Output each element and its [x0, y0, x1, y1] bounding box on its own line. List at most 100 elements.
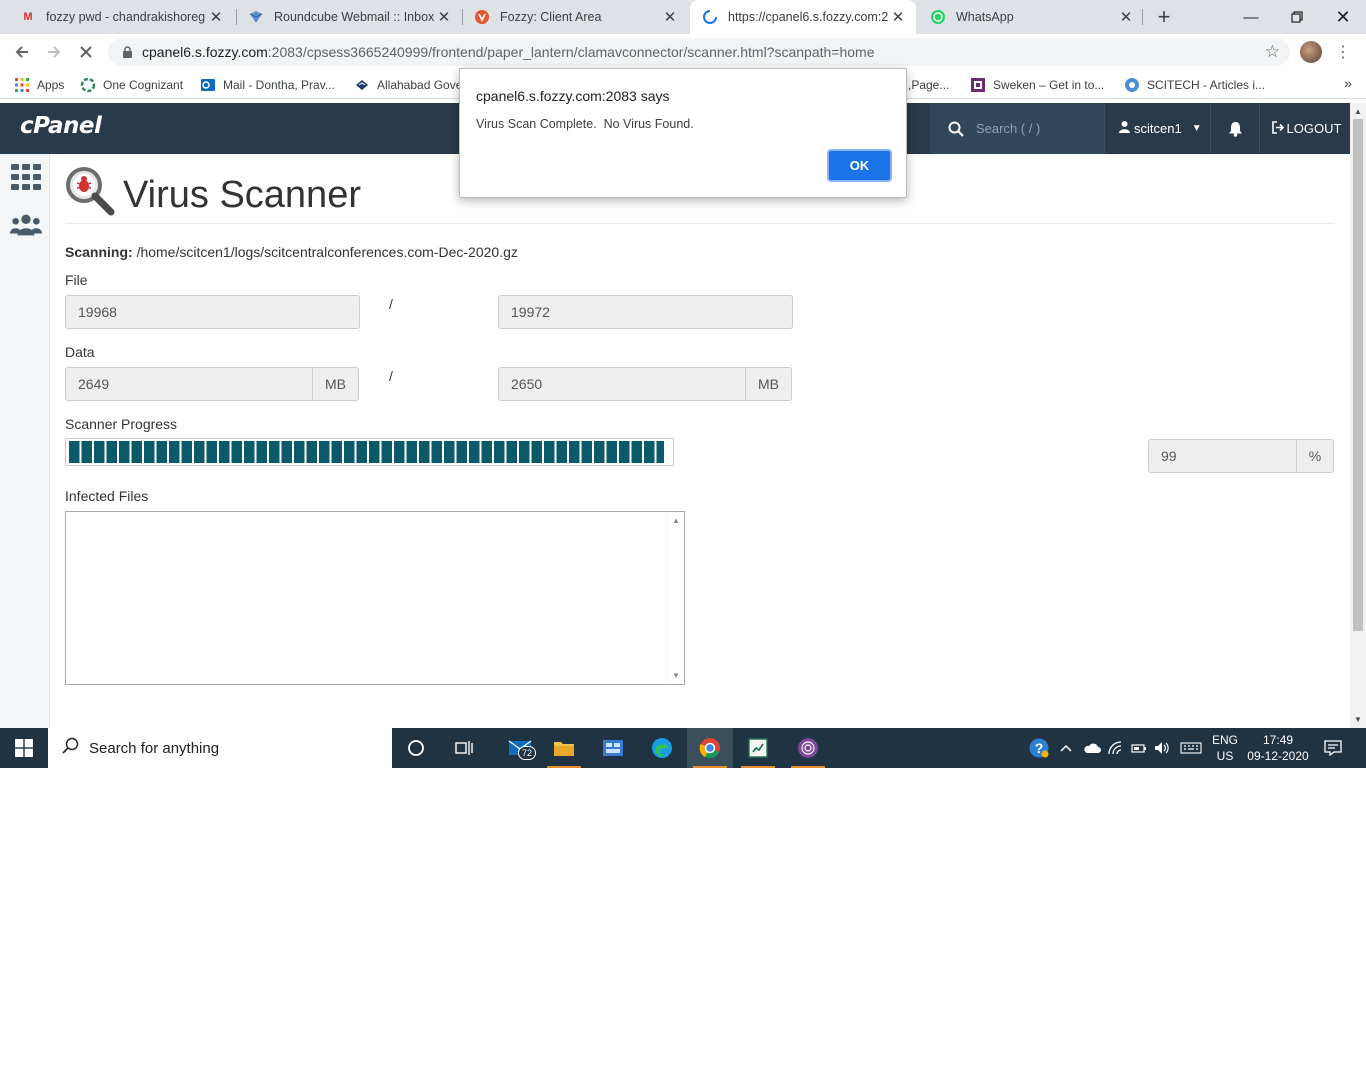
language-indicator[interactable]: ENG US: [1206, 732, 1244, 764]
running-indicator: [791, 766, 825, 768]
bookmark-page[interactable]: ,Page...: [908, 76, 949, 94]
data-scanned-field: 2649: [65, 367, 313, 401]
close-icon[interactable]: ✕: [888, 7, 908, 27]
browser-menu-icon[interactable]: ⋮: [1335, 40, 1351, 64]
browser-toolbar: cpanel6.s.fozzy.com:2083/cpsess366524099…: [0, 34, 1366, 70]
bookmark-label: Allahabad Gove: [377, 78, 463, 92]
gmail-icon: M: [23, 11, 33, 23]
window-close-icon[interactable]: ✕: [1320, 0, 1366, 34]
tab-cpanel-active[interactable]: https://cpanel6.s.fozzy.com:20 ✕: [690, 0, 916, 34]
logout-label: LOGOUT: [1286, 121, 1342, 136]
home-grid-icon[interactable]: [10, 162, 42, 192]
cpanel-search-input[interactable]: [976, 117, 1096, 140]
notifications-bell-icon[interactable]: [1212, 103, 1260, 154]
lock-icon[interactable]: [120, 45, 134, 59]
scroll-down-icon[interactable]: ▼: [1354, 715, 1362, 724]
wifi-icon[interactable]: [1105, 728, 1127, 768]
logout-button[interactable]: LOGOUT: [1262, 103, 1350, 154]
cpanel-sidebar: [0, 154, 50, 728]
user-menu[interactable]: scitcen1 ▼: [1104, 103, 1211, 154]
tab-title: WhatsApp: [956, 10, 1014, 24]
fozzy-icon: [474, 9, 490, 25]
file-total-field: 19972: [498, 295, 793, 329]
infected-files-list[interactable]: ▲ ▼: [65, 511, 685, 685]
language-region: US: [1216, 749, 1234, 763]
bookmark-sweken[interactable]: Sweken – Get in to...: [970, 76, 1104, 94]
cpanel-main: Virus Scanner Scanning: /home/scitcen1/l…: [51, 154, 1350, 728]
minimize-icon[interactable]: —: [1228, 0, 1274, 34]
data-label: Data: [65, 344, 95, 360]
tab-whatsapp[interactable]: WhatsApp ✕: [918, 0, 1144, 34]
username: scitcen1: [1134, 121, 1182, 136]
file-explorer-icon[interactable]: [541, 728, 587, 768]
keyboard-icon[interactable]: [1177, 728, 1205, 768]
close-icon[interactable]: ✕: [206, 7, 226, 27]
action-center-icon[interactable]: [1318, 736, 1348, 760]
bookmark-mail[interactable]: Mail - Dontha, Prav...: [200, 76, 335, 94]
tab-gmail[interactable]: M fozzy pwd - chandrakishoregul ✕: [8, 0, 234, 34]
new-tab-plus-icon[interactable]: +: [1152, 4, 1176, 29]
edge-browser-icon[interactable]: [639, 728, 685, 768]
windows-start-icon[interactable]: [0, 728, 48, 768]
data-scanned-unit: MB: [312, 367, 359, 401]
scrollbar-thumb[interactable]: [1353, 119, 1363, 631]
cortana-icon[interactable]: [393, 728, 439, 768]
mail-app-icon[interactable]: 72: [496, 728, 544, 768]
close-icon[interactable]: ✕: [434, 7, 454, 27]
tab-title: Fozzy: Client Area: [500, 10, 602, 24]
address-bar[interactable]: cpanel6.s.fozzy.com:2083/cpsess366524099…: [108, 38, 1290, 66]
show-hidden-icons-chevron-icon[interactable]: [1056, 728, 1076, 768]
stop-loading-icon[interactable]: [74, 40, 98, 64]
volume-icon[interactable]: [1151, 728, 1173, 768]
bookmark-label: Apps: [37, 78, 65, 92]
scroll-down-icon[interactable]: ▼: [672, 671, 680, 680]
chrome-browser-icon[interactable]: [687, 728, 733, 768]
taskbar-search[interactable]: Search for anything: [48, 728, 392, 768]
cpanel-logo[interactable]: cPanel: [20, 113, 102, 139]
taskbar-search-placeholder: Search for anything: [89, 739, 220, 757]
users-group-icon[interactable]: [10, 210, 42, 240]
url-host: cpanel6.s.fozzy.com: [142, 44, 268, 60]
running-indicator: [547, 766, 581, 768]
page-title: Virus Scanner: [123, 174, 361, 216]
help-icon[interactable]: ?: [1026, 728, 1052, 768]
progress-percent-field: 99: [1148, 439, 1297, 473]
profile-avatar[interactable]: [1300, 41, 1322, 63]
system-clock[interactable]: 17:49 09-12-2020: [1246, 732, 1310, 764]
back-arrow-icon[interactable]: [10, 40, 34, 64]
bookmark-apps[interactable]: Apps: [14, 76, 64, 94]
bookmark-label: Mail - Dontha, Prav...: [223, 78, 335, 92]
bookmark-allahabad[interactable]: Allahabad Gove: [354, 76, 462, 94]
control-panel-icon[interactable]: [590, 728, 636, 768]
task-view-icon[interactable]: [441, 728, 487, 768]
tab-title: Roundcube Webmail :: Inbox: [274, 10, 434, 24]
search-icon: [948, 121, 968, 137]
infected-files-scrollbar[interactable]: ▲ ▼: [667, 512, 684, 684]
close-icon[interactable]: ✕: [660, 7, 680, 27]
bookmark-one-cognizant[interactable]: One Cognizant: [80, 76, 183, 94]
scroll-up-icon[interactable]: ▲: [672, 516, 680, 525]
scanner-progress-fill: [69, 441, 664, 463]
restore-icon[interactable]: [1274, 0, 1320, 34]
excel-icon[interactable]: [735, 728, 781, 768]
outlook-icon: [200, 77, 216, 93]
scroll-up-icon[interactable]: ▲: [1354, 107, 1362, 116]
clock-date: 09-12-2020: [1247, 749, 1309, 763]
bookmark-star-icon[interactable]: ☆: [1265, 42, 1280, 62]
tab-roundcube[interactable]: Roundcube Webmail :: Inbox ✕: [236, 0, 462, 34]
roundcube-icon: [248, 9, 264, 25]
page-scrollbar[interactable]: ▲ ▼: [1350, 103, 1366, 728]
close-icon[interactable]: ✕: [1116, 7, 1136, 27]
url-path: :2083/cpsess3665240999/frontend/paper_la…: [267, 44, 875, 60]
scanning-status: Scanning: /home/scitcen1/logs/scitcentra…: [65, 244, 518, 260]
battery-icon[interactable]: [1128, 728, 1150, 768]
more-bookmarks-chevron-icon[interactable]: »: [1344, 75, 1352, 91]
bookmark-scitech[interactable]: SCITECH - Articles i...: [1124, 76, 1265, 94]
progress-percent-unit: %: [1296, 439, 1334, 473]
tab-fozzy[interactable]: Fozzy: Client Area ✕: [462, 0, 688, 34]
ok-button[interactable]: OK: [827, 149, 892, 182]
forward-arrow-icon[interactable]: [42, 40, 66, 64]
tor-browser-icon[interactable]: [785, 728, 831, 768]
onedrive-cloud-icon[interactable]: [1080, 728, 1104, 768]
logout-icon: [1271, 120, 1284, 137]
